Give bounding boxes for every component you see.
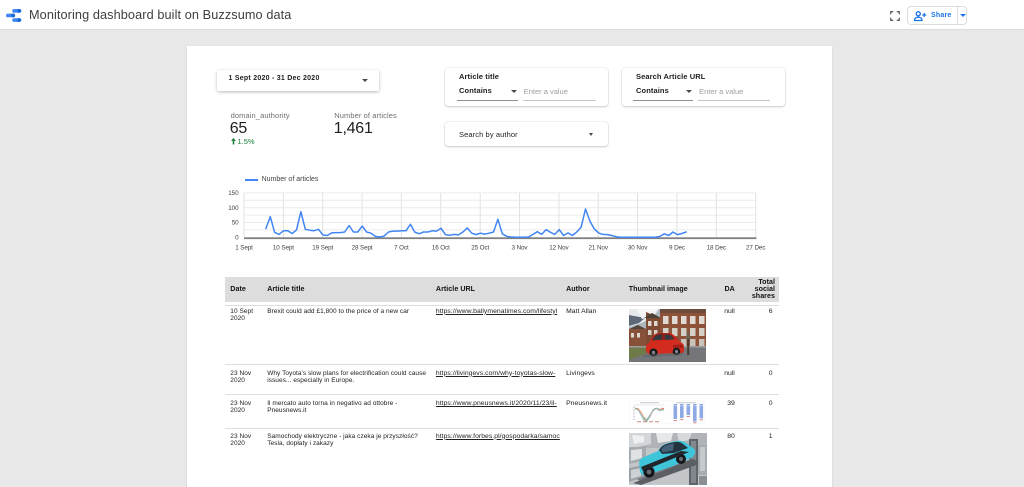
svg-text:7 Oct: 7 Oct	[394, 245, 409, 252]
svg-text:21 Nov: 21 Nov	[589, 245, 609, 252]
svg-text:18 Dec: 18 Dec	[707, 245, 726, 252]
svg-text:100: 100	[228, 205, 239, 212]
svg-text:0: 0	[235, 235, 239, 242]
svg-text:16 Oct: 16 Oct	[432, 245, 450, 252]
svg-text:50: 50	[232, 220, 239, 227]
svg-text:25 Oct: 25 Oct	[471, 245, 489, 252]
svg-text:19 Sept: 19 Sept	[312, 245, 333, 252]
svg-text:10 Sept: 10 Sept	[273, 245, 294, 252]
svg-text:27 Dec: 27 Dec	[746, 245, 765, 252]
svg-text:30 Nov: 30 Nov	[628, 245, 648, 252]
svg-text:12 Nov: 12 Nov	[549, 245, 569, 252]
svg-text:1 Sept: 1 Sept	[235, 245, 253, 252]
svg-text:28 Sept: 28 Sept	[352, 245, 373, 252]
svg-text:150: 150	[228, 190, 239, 197]
svg-text:9 Dec: 9 Dec	[669, 245, 685, 252]
svg-text:3 Nov: 3 Nov	[512, 245, 529, 252]
